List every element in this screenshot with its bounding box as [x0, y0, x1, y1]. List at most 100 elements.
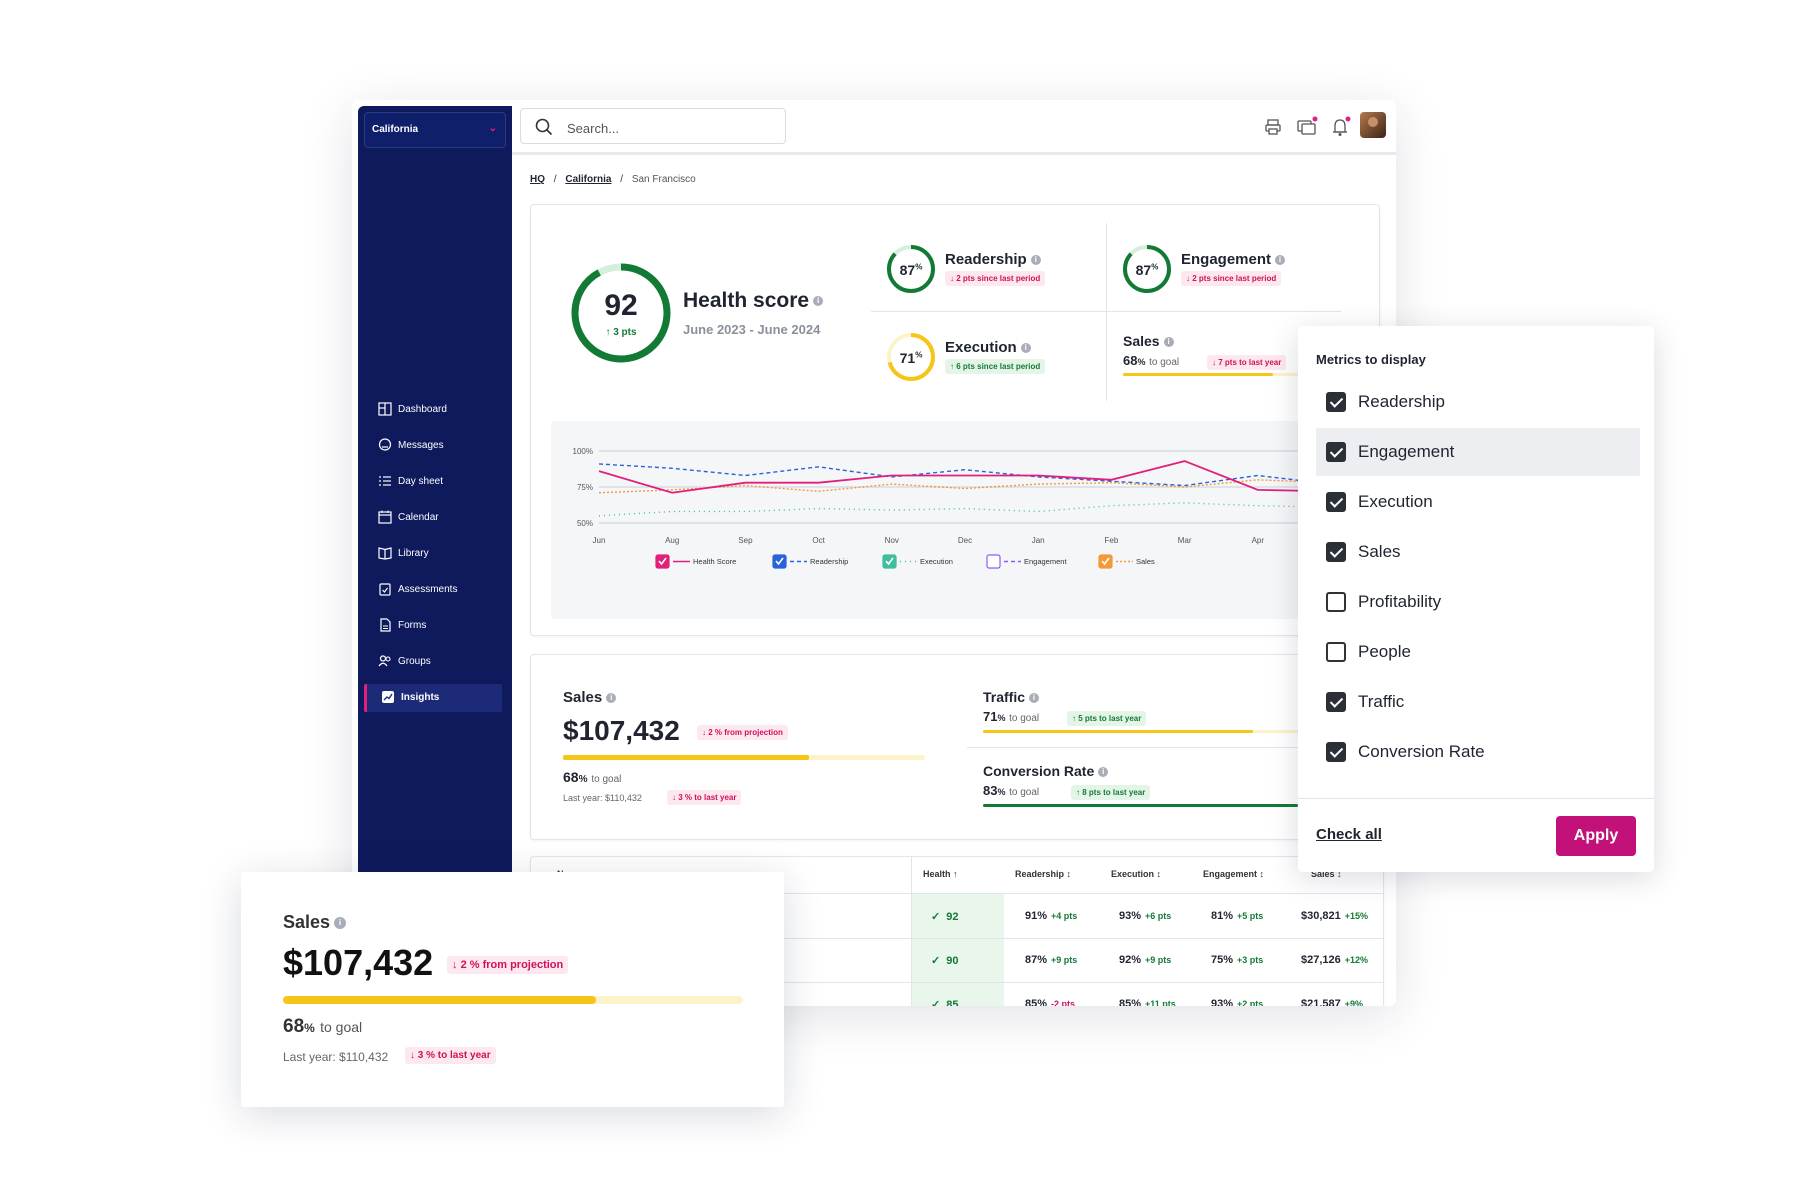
sales-progress-value: 68% to goal [1123, 353, 1179, 368]
app-window: California ⌄ Dashboard Messages Day shee… [352, 100, 1396, 1006]
print-icon[interactable] [1264, 118, 1282, 136]
header-text: Engagement [1203, 869, 1258, 879]
info-icon[interactable]: i [1030, 255, 1041, 266]
checkbox[interactable] [1326, 742, 1346, 762]
column-header-readership[interactable]: Readership ↕ [1015, 869, 1071, 879]
check-all-link[interactable]: Check all [1316, 826, 1382, 843]
sidebar-item-dashboard[interactable]: Dashboard [364, 396, 502, 424]
search-input[interactable]: Search... [520, 108, 786, 144]
traffic-goal-label: to goal [1009, 713, 1040, 724]
info-icon[interactable]: i [1020, 343, 1031, 354]
location-select[interactable]: California ⌄ [364, 112, 506, 148]
cell-execution: 93% [1119, 910, 1142, 922]
legend-label: Execution [920, 557, 953, 566]
metric-option-execution[interactable]: Execution [1316, 478, 1640, 526]
table-cell: 85% -2 pts [1025, 998, 1075, 1006]
legend-item-engagement[interactable]: Engagement [986, 554, 1067, 569]
column-header-engagement[interactable]: Engagement ↕ [1203, 869, 1264, 879]
legend-item-execution[interactable]: Execution [882, 554, 953, 569]
float-ly-text: 3 % to last year [417, 1050, 491, 1061]
table-cell: $27,126 +12% [1301, 954, 1368, 966]
conversion-title: Conversion Rate i [983, 763, 1109, 779]
cell-readership: 85% [1025, 998, 1048, 1006]
legend-checkbox[interactable] [986, 554, 1001, 569]
avatar[interactable] [1360, 112, 1386, 138]
option-label: Engagement [1358, 442, 1455, 461]
info-icon[interactable]: i [1029, 693, 1040, 704]
float-last-year-badge: ↓ 3 % to last year [405, 1047, 496, 1064]
engagement-title: Engagement i [1181, 251, 1286, 268]
chart-area: 100% 75% 50% Jun Aug Sep Oct Nov Dec Jan Feb Mar Apr… [551, 421, 1359, 619]
table-cell: ✓ 85 [931, 998, 958, 1006]
checkbox[interactable] [1326, 542, 1346, 562]
cell-delta: -2 pts [1051, 999, 1076, 1006]
sidebar-item-library[interactable]: Library [364, 540, 502, 568]
traffic-change-text: 5 pts to last year [1078, 714, 1142, 723]
sales-change-badge: ↓ 7 pts to last year [1207, 355, 1287, 370]
metric-option-conversion-rate[interactable]: Conversion Rate [1316, 728, 1640, 776]
checkbox[interactable] [1326, 692, 1346, 712]
breadcrumb-separator: / [553, 174, 557, 185]
chat-icon[interactable] [1296, 116, 1318, 138]
sales-amount: $107,432 [563, 715, 680, 746]
metric-option-sales[interactable]: Sales [1316, 528, 1640, 576]
sales-unit: % [1137, 357, 1146, 367]
dashboard-icon [378, 402, 392, 416]
engagement-change-badge: ↓ 2 pts since last period [1181, 271, 1282, 286]
cell-engagement: 75% [1211, 954, 1234, 966]
sales-ly-text: 3 % to last year [678, 793, 737, 802]
float-sales-goal: 68% to goal [283, 1016, 362, 1038]
sidebar-item-assessments[interactable]: Assessments [364, 576, 502, 604]
cell-engagement: 93% [1211, 998, 1234, 1006]
readership-number: 87 [899, 262, 916, 278]
health-delta-text: 3 pts [613, 327, 637, 338]
info-icon[interactable]: i [1098, 767, 1109, 778]
readership-change-text: 2 pts since last period [956, 274, 1041, 283]
metric-option-readership[interactable]: Readership [1316, 378, 1640, 426]
execution-number: 71 [899, 350, 916, 366]
info-icon[interactable]: i [1275, 255, 1286, 266]
sidebar-item-calendar[interactable]: Calendar [364, 504, 502, 532]
legend-item-sales[interactable]: Sales [1098, 554, 1155, 569]
legend-item-readership[interactable]: Readership [772, 554, 848, 569]
sidebar-item-label: Assessments [398, 584, 458, 595]
info-icon[interactable]: i [1163, 337, 1174, 348]
table-cell: ✓ 92 [931, 910, 958, 923]
column-header-execution[interactable]: Execution ↕ [1111, 869, 1161, 879]
sidebar-item-groups[interactable]: Groups [364, 648, 502, 676]
sidebar-item-forms[interactable]: Forms [364, 612, 502, 640]
conversion-pct: 83 [983, 783, 998, 798]
checkbox[interactable] [1326, 392, 1346, 412]
legend-item-health-score[interactable]: Health Score [655, 554, 736, 569]
sidebar-item-label: Dashboard [398, 404, 447, 415]
info-icon[interactable]: i [813, 296, 824, 307]
sidebar-item-label: Insights [401, 692, 440, 703]
cell-delta: +6 pts [1145, 911, 1172, 921]
checkbox[interactable] [1326, 592, 1346, 612]
metric-option-profitability[interactable]: Profitability [1316, 578, 1640, 626]
info-icon[interactable]: i [606, 693, 617, 704]
sidebar-item-day-sheet[interactable]: Day sheet [364, 468, 502, 496]
breadcrumb-hq[interactable]: HQ [530, 174, 545, 185]
bell-icon[interactable] [1330, 116, 1352, 138]
checkbox[interactable] [1326, 642, 1346, 662]
checkbox[interactable] [1326, 492, 1346, 512]
option-label: Conversion Rate [1358, 742, 1485, 761]
checkbox[interactable] [1326, 442, 1346, 462]
metric-option-traffic[interactable]: Traffic [1316, 678, 1640, 726]
sidebar-item-messages[interactable]: Messages [364, 432, 502, 460]
execution-change-text: 6 pts since last period [956, 362, 1041, 371]
metric-option-engagement[interactable]: Engagement [1316, 428, 1640, 476]
sidebar-item-insights[interactable]: Insights [364, 684, 502, 712]
breadcrumb-california[interactable]: California [565, 174, 611, 185]
column-header-health[interactable]: Health ↑ [923, 869, 958, 879]
clipboard-icon [379, 583, 391, 596]
apply-button[interactable]: Apply [1556, 816, 1636, 856]
metric-option-people[interactable]: People [1316, 628, 1640, 676]
conversion-unit: % [997, 787, 1006, 797]
cell-delta: +5 pts [1237, 911, 1264, 921]
table-cell: 93% +2 pts [1211, 998, 1263, 1006]
cell-delta: +15% [1344, 911, 1369, 921]
check-icon: ✓ [931, 999, 941, 1006]
info-icon[interactable]: i [334, 917, 347, 930]
